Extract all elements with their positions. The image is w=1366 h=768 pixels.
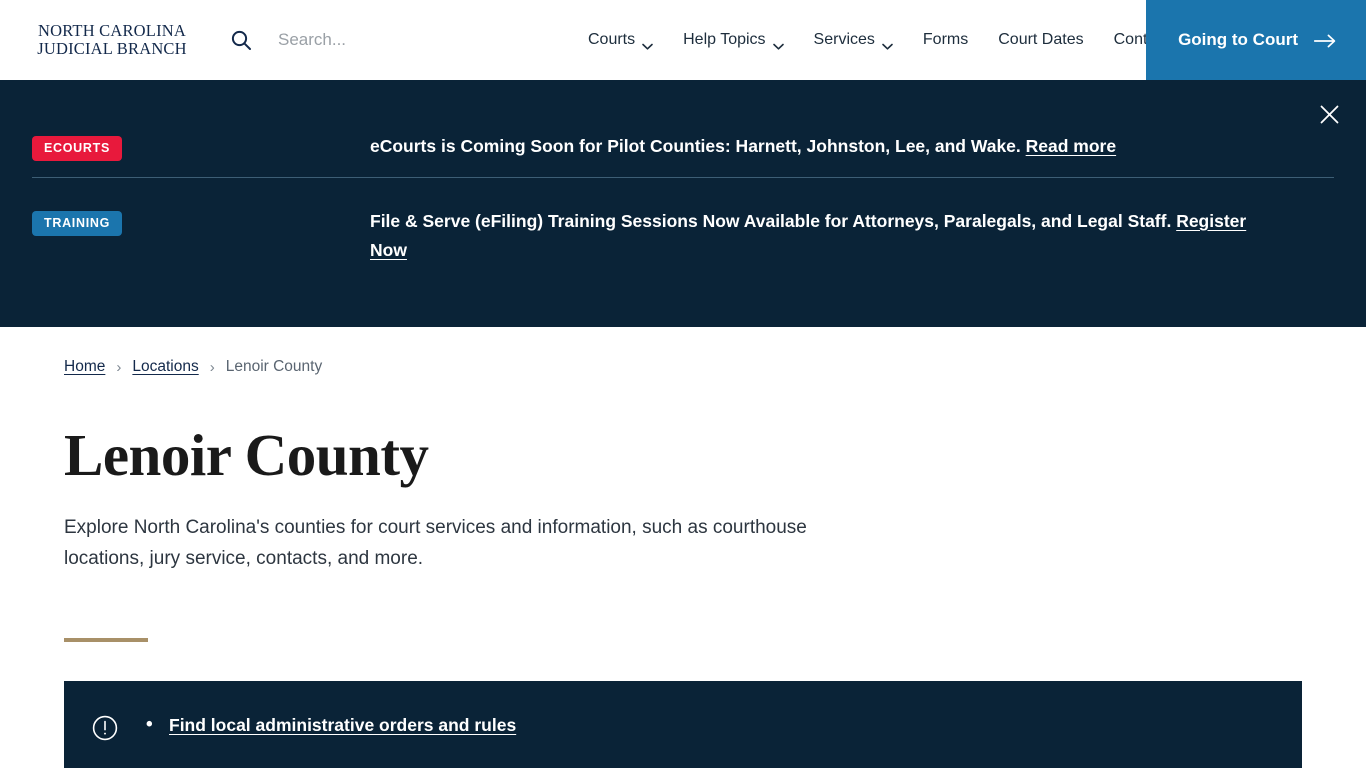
- page-intro-text: Explore North Carolina's counties for co…: [64, 516, 807, 569]
- alert-badge-wrap: TRAINING: [0, 207, 370, 236]
- chevron-down-icon: [882, 37, 893, 50]
- nav-label: Courts: [588, 31, 636, 48]
- logo-line-2: JUDICIAL BRANCH: [37, 39, 187, 58]
- main-navigation: Courts Help Topics Services Forms Court …: [588, 0, 1169, 80]
- main-content: Home › Locations › Lenoir County Lenoir …: [0, 327, 1366, 768]
- breadcrumb-item-locations[interactable]: Locations: [132, 358, 198, 376]
- going-to-court-label: Going to Court: [1178, 30, 1298, 49]
- breadcrumb-item-home[interactable]: Home: [64, 358, 105, 376]
- alert-message: eCourts is Coming Soon for Pilot Countie…: [370, 136, 1026, 156]
- status-badge-ecourts: ECOURTS: [32, 136, 123, 161]
- nav-item-forms[interactable]: Forms: [923, 0, 968, 80]
- nav-item-help-topics[interactable]: Help Topics: [683, 0, 784, 80]
- alert-badge-wrap: ECOURTS: [0, 132, 370, 161]
- nav-item-court-dates[interactable]: Court Dates: [998, 0, 1083, 80]
- notice-list: Find local administrative orders and rul…: [142, 707, 516, 740]
- nav-item-courts[interactable]: Courts: [588, 0, 653, 80]
- alert-circle-icon: [90, 713, 120, 743]
- local-notice-box: Find local administrative orders and rul…: [64, 681, 1302, 768]
- nav-item-services[interactable]: Services: [814, 0, 893, 80]
- gold-divider: [64, 638, 148, 643]
- chevron-down-icon: [772, 37, 784, 50]
- chevron-down-icon: [642, 37, 653, 50]
- nav-label: Services: [813, 31, 875, 48]
- alert-divider: [32, 177, 1334, 178]
- search-input[interactable]: [278, 22, 478, 58]
- notice-link-local-orders[interactable]: Find local administrative orders and rul…: [169, 715, 516, 735]
- site-logo[interactable]: NORTH CAROLINA JUDICIAL BRANCH: [22, 20, 202, 59]
- alert-item-training: TRAINING File & Serve (eFiling) Training…: [0, 177, 1366, 265]
- alert-item-ecourts: ECOURTS eCourts is Coming Soon for Pilot…: [0, 80, 1366, 177]
- nav-label: Help Topics: [683, 31, 766, 48]
- search-icon[interactable]: [230, 29, 252, 51]
- list-item: Find local administrative orders and rul…: [142, 710, 516, 740]
- search-bar[interactable]: [230, 18, 478, 62]
- going-to-court-button[interactable]: Going to Court: [1146, 0, 1366, 80]
- page-title: Lenoir County: [64, 422, 429, 488]
- breadcrumb-item-current: Lenoir County: [225, 358, 323, 375]
- alert-text-ecourts: eCourts is Coming Soon for Pilot Countie…: [370, 132, 1156, 161]
- breadcrumb-separator: ›: [209, 358, 215, 376]
- arrow-right-icon: [1313, 33, 1336, 48]
- alert-message: File & Serve (eFiling) Training Sessions…: [370, 211, 1177, 231]
- logo-line-1: NORTH CAROLINA: [37, 20, 186, 40]
- breadcrumb: Home › Locations › Lenoir County: [64, 327, 1366, 376]
- nav-label: Forms: [922, 31, 969, 48]
- alert-text-training: File & Serve (eFiling) Training Sessions…: [370, 207, 1305, 265]
- alert-link-read-more[interactable]: Read more: [1026, 136, 1116, 156]
- status-badge-training: TRAINING: [32, 211, 123, 236]
- breadcrumb-separator: ›: [116, 358, 122, 376]
- site-header: NORTH CAROLINA JUDICIAL BRANCH Courts He…: [0, 0, 1366, 80]
- nav-label: Court Dates: [998, 31, 1084, 48]
- alert-banner: ECOURTS eCourts is Coming Soon for Pilot…: [0, 80, 1366, 327]
